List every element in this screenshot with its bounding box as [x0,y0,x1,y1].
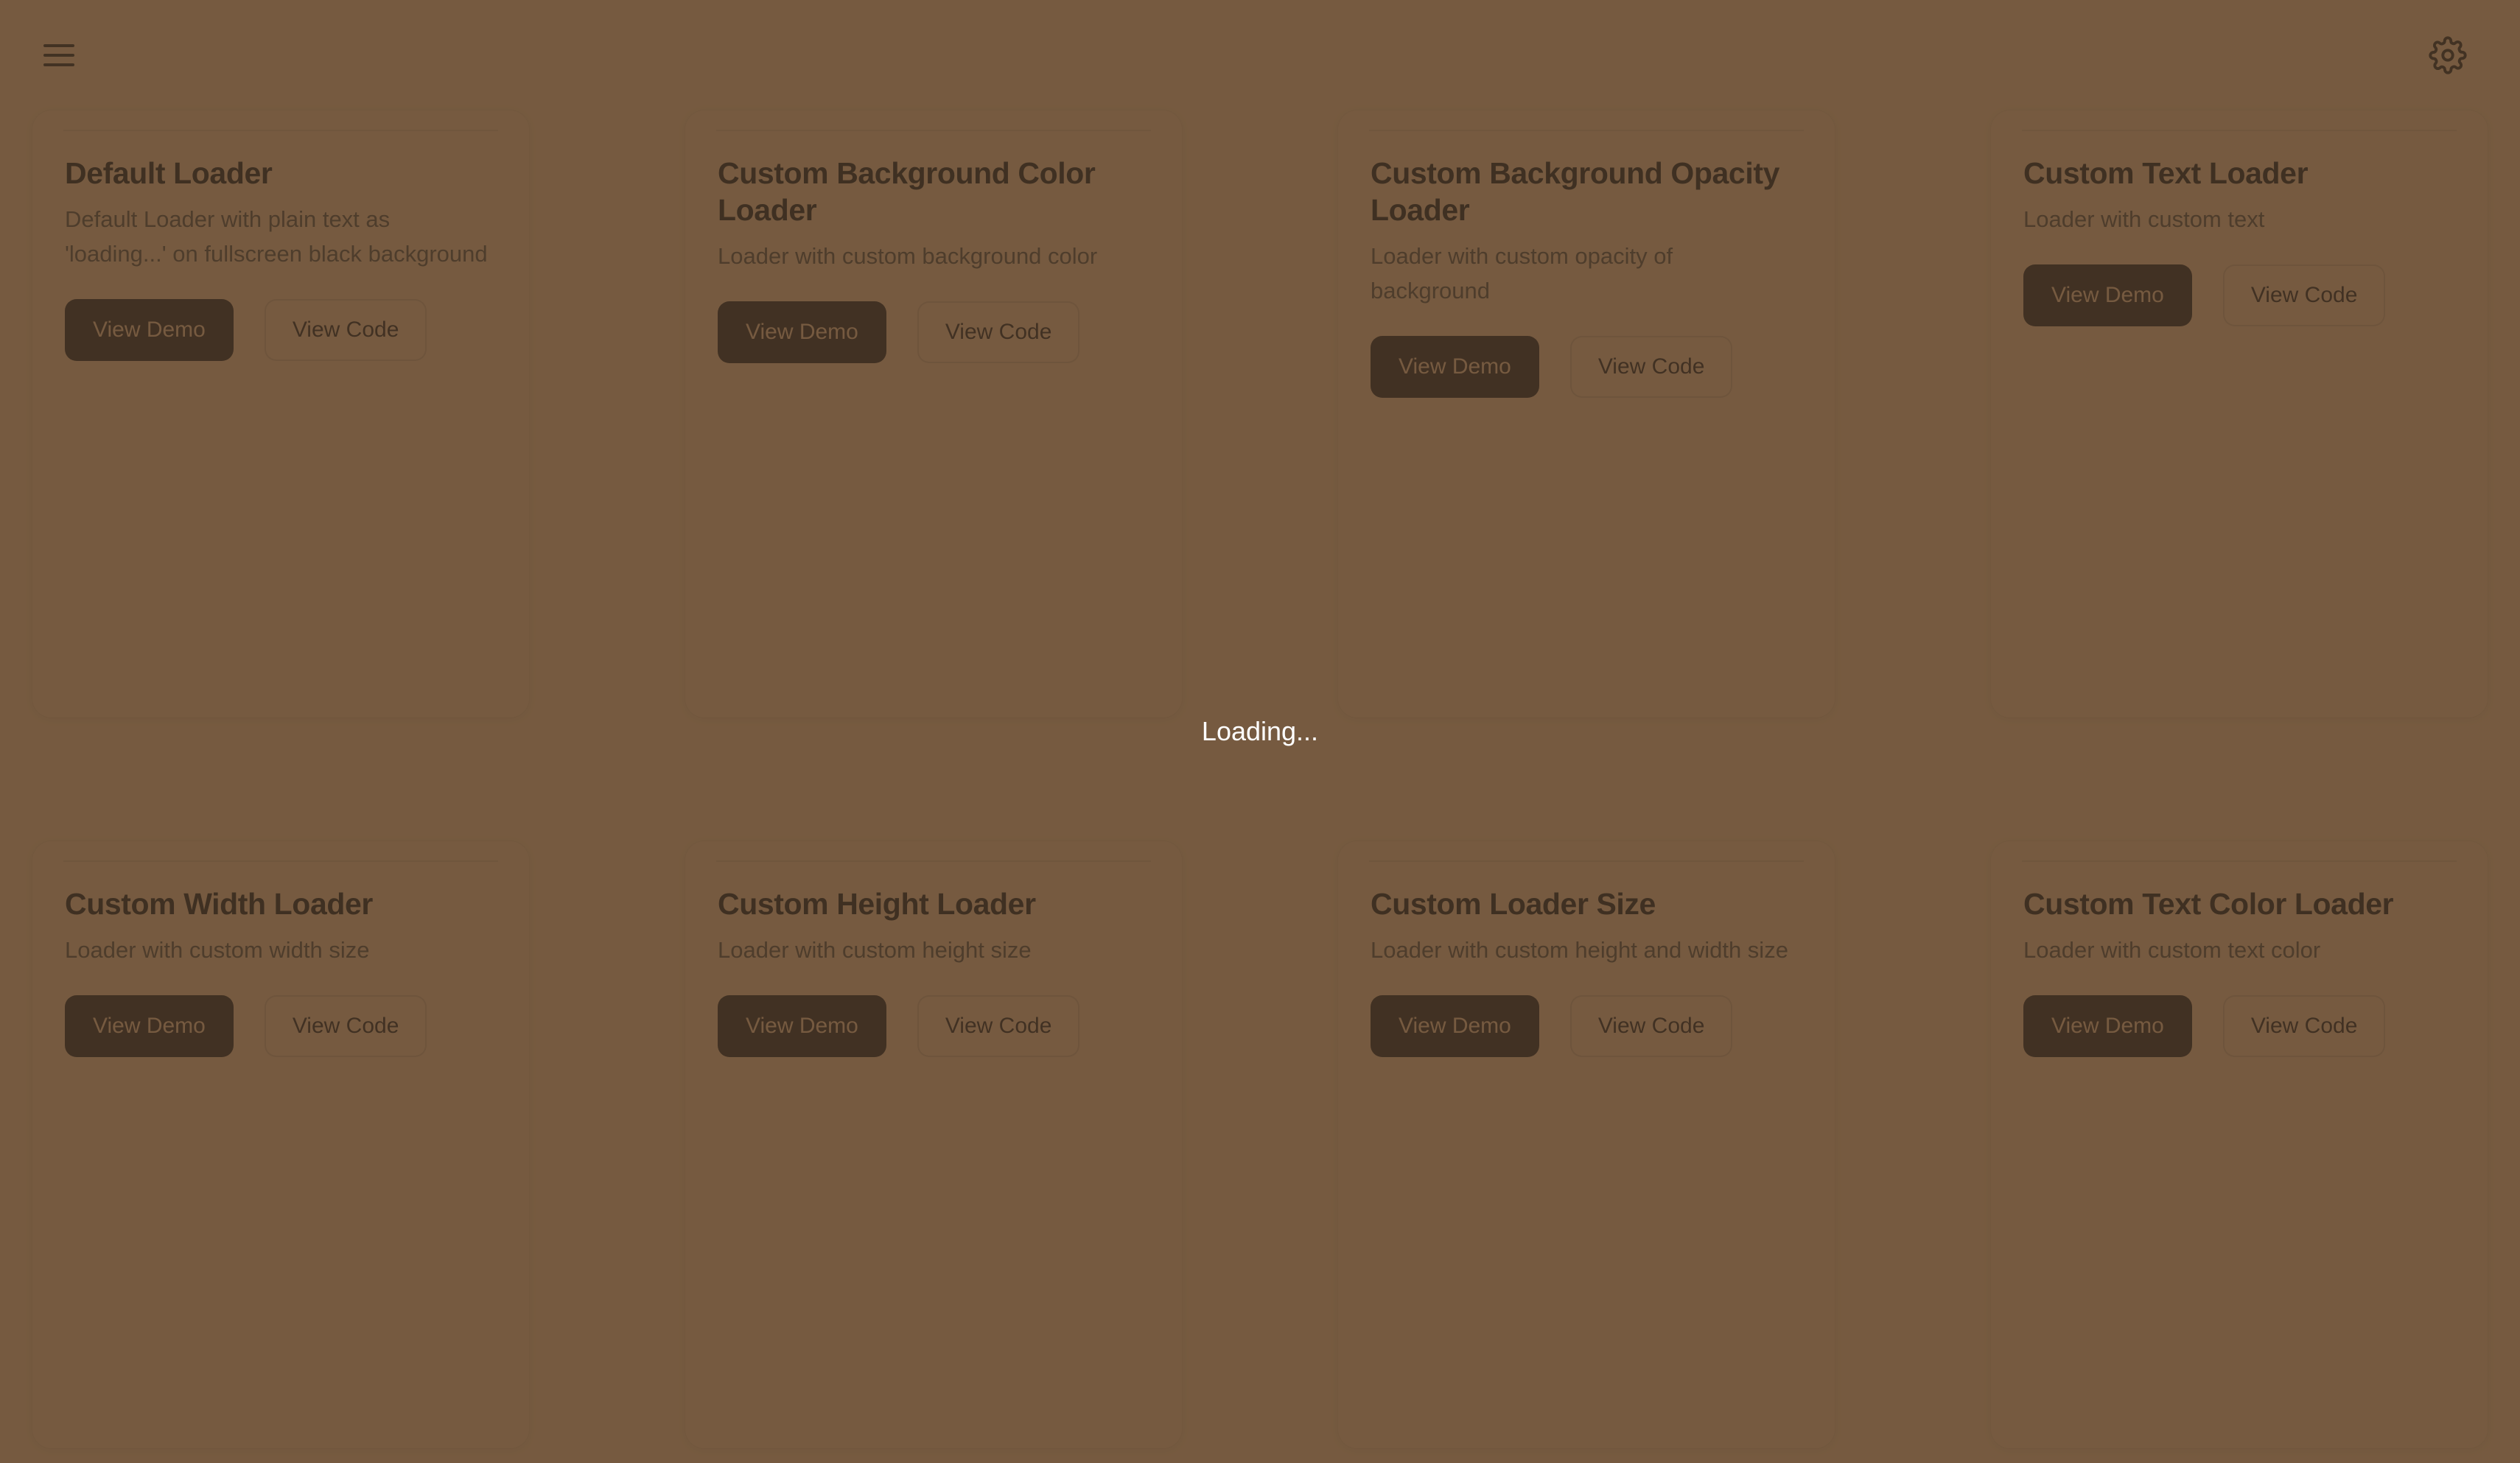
loading-text: Loading... [1201,716,1319,746]
loading-overlay: Loading... [0,0,2520,1463]
